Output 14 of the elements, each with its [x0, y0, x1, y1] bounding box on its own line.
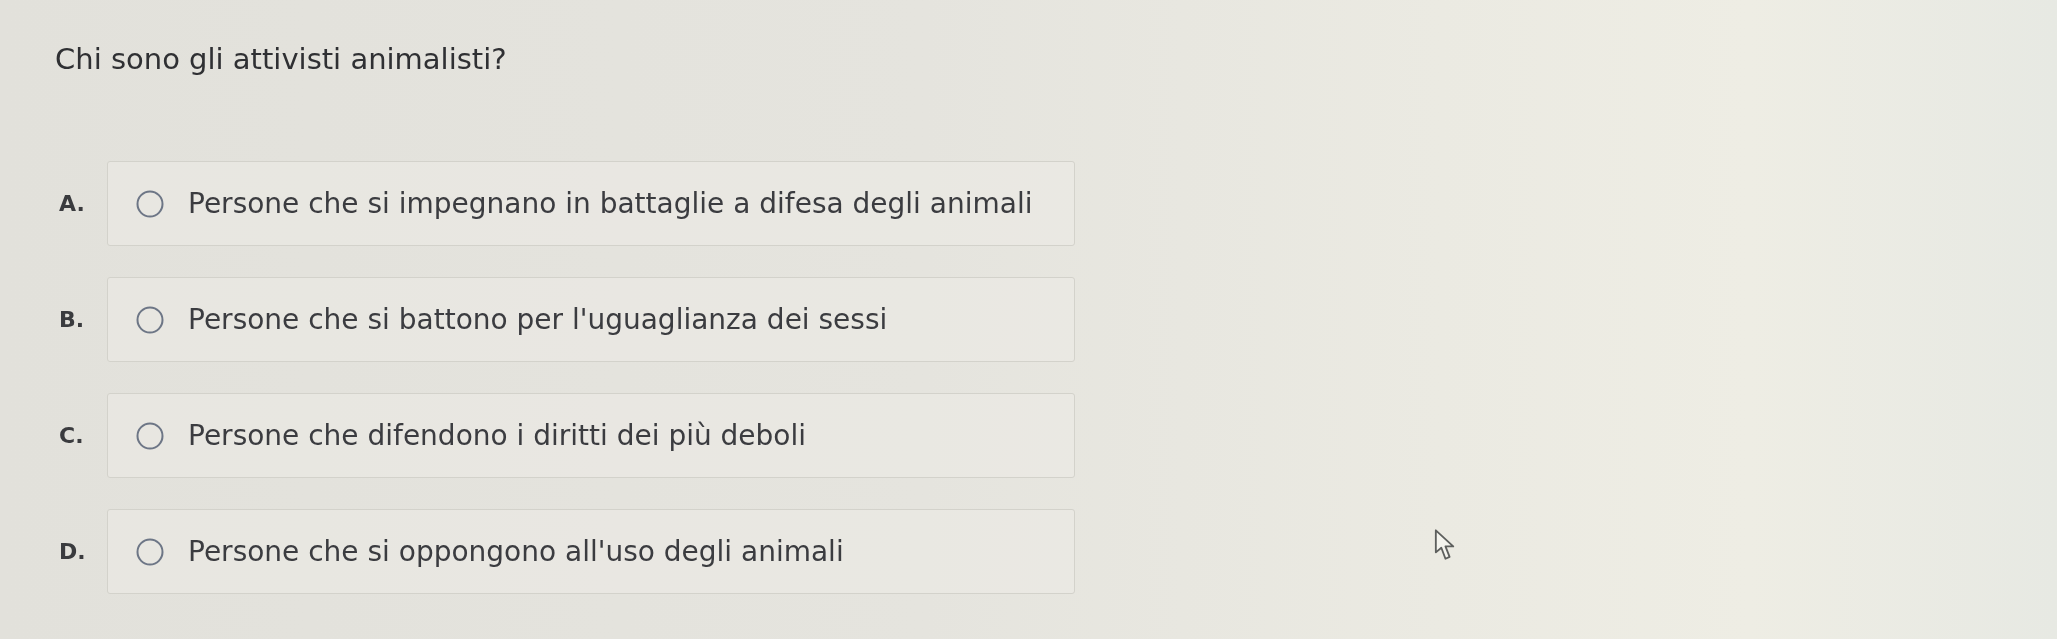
answer-option[interactable]: Persone che si oppongono all'uso degli animali: [107, 509, 1075, 594]
cursor-icon: [1434, 528, 1456, 562]
radio-button[interactable]: [136, 421, 164, 450]
question-text: Chi sono gli attivisti animalisti?: [55, 41, 507, 78]
radio-button[interactable]: [136, 189, 164, 218]
option-letter: D.: [58, 539, 87, 564]
radio-button[interactable]: [136, 305, 164, 334]
option-letter: C.: [58, 423, 85, 448]
option-letter: B.: [58, 307, 86, 332]
answer-option[interactable]: Persone che si battono per l'uguaglianza dei sessi: [107, 277, 1075, 362]
answer-option[interactable]: Persone che si impegnano in battaglie a difesa degli animali: [107, 161, 1075, 246]
option-letter: A.: [58, 191, 86, 216]
answer-option[interactable]: Persone che difendono i diritti dei più deboli: [107, 393, 1075, 478]
radio-button[interactable]: [136, 537, 164, 566]
